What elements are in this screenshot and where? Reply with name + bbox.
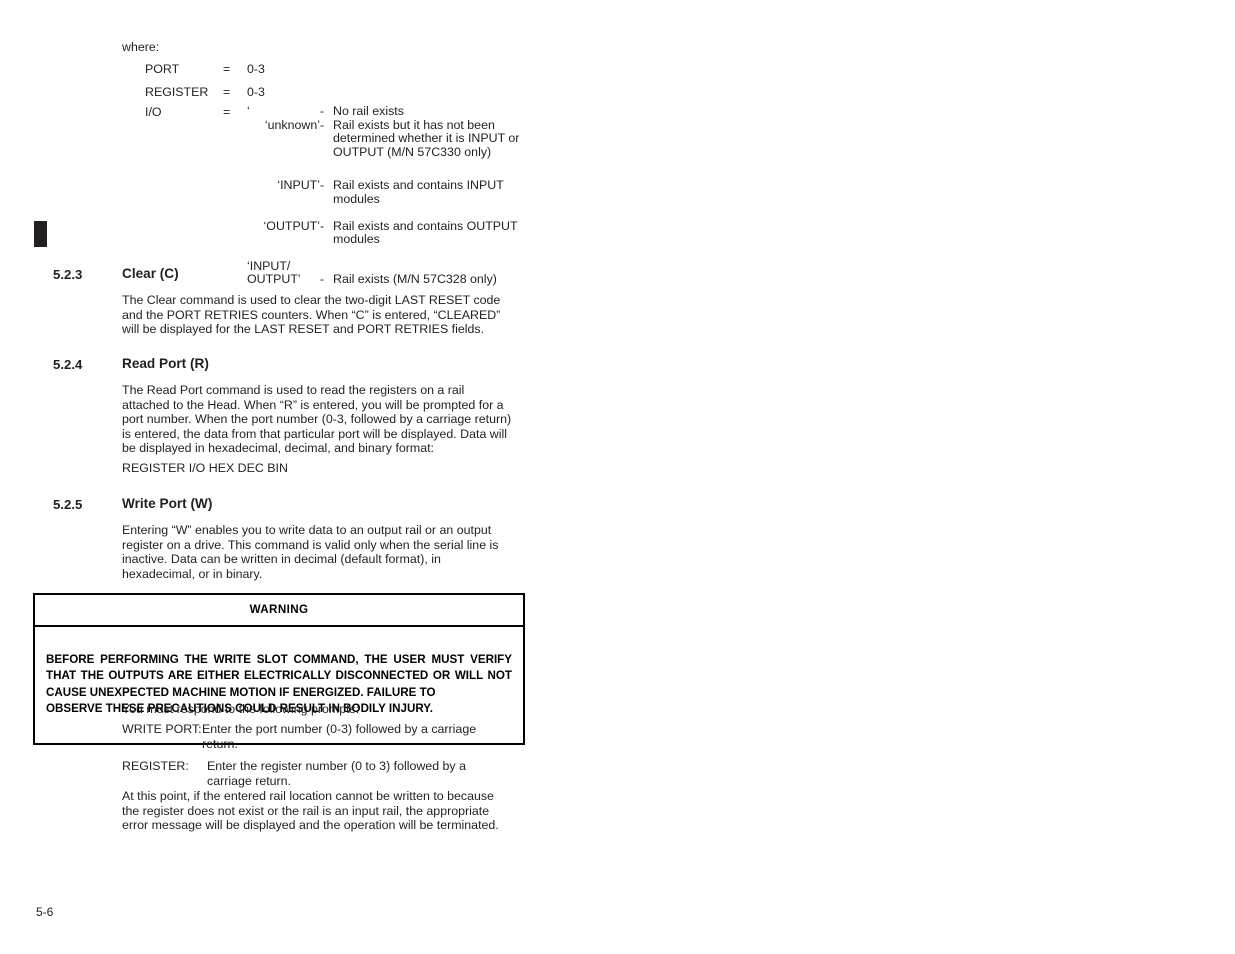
page-number: 5-6 [36,905,54,919]
prompt-description: Enter the register number (0 to 3) follo… [207,759,466,788]
definition-term: PORT [145,62,180,76]
io-description: Rail exists and contains INPUT modules [333,178,504,206]
section-title-clear: Clear (C) [122,266,179,281]
io-dash: - [320,178,325,193]
prompts-closing-paragraph: At this point, if the entered rail locat… [122,789,499,832]
change-bar-marker [34,221,47,247]
io-description: No rail exists [333,104,404,118]
definition-row-register: REGISTER = 0-3 [145,85,545,99]
prompt-label: WRITE PORT: [122,722,202,736]
section-paragraph-read-port: The Read Port command is used to read th… [122,383,512,455]
section-number-524: 5.2.4 [53,357,83,372]
definition-row-port: PORT = 0-3 [145,62,545,76]
prompts-list: WRITE PORT: Enter the port number (0-3) … [122,722,514,796]
section-title-write-port: Write Port (W) [122,496,213,511]
section-paragraph-clear: The Clear command is used to clear the t… [122,293,501,336]
definition-value: 0-3 [247,62,265,76]
where-label: where: [122,40,160,54]
io-term: I/O [145,105,162,119]
io-dash: - [320,117,325,132]
io-equals: = [223,105,231,119]
io-description: Rail exists but it has not been determin… [333,117,520,159]
io-description: Rail exists (M/N 57C328 only) [333,272,497,287]
io-row: ‘unknown’ - Rail exists but it has not b… [247,117,565,160]
prompts-intro: You must respond to the following prompt… [122,702,360,716]
io-value: ‘OUTPUT’ [263,218,320,233]
document-page: where: PORT = 0-3 REGISTER = 0-3 I/O = ‘… [0,0,1235,954]
section-paragraph-write-port: Entering “W” enables you to write data t… [122,523,499,581]
definition-equals: = [223,62,231,76]
definition-value: 0-3 [247,85,265,100]
io-definition-block: I/O = ‘ - No rail exists ‘unknown’ - Rai… [145,104,565,287]
prompt-row-write-port: WRITE PORT: Enter the port number (0-3) … [122,722,514,751]
warning-title: WARNING [35,595,523,627]
io-row: ‘INPUT/ OUTPUT’ - Rail exists (M/N 57C32… [247,258,565,287]
definition-term: REGISTER [145,85,209,100]
prompt-label: REGISTER: [122,759,189,773]
warning-body-text: BEFORE PERFORMING THE WRITE SLOT COMMAND… [46,653,512,699]
io-dash: - [320,272,325,287]
io-description: Rail exists and contains OUTPUT modules [333,218,518,247]
io-value: ‘INPUT’ [277,178,320,193]
io-value: ‘unknown’ [264,117,320,132]
prompt-description: Enter the port number (0-3) followed by … [202,722,477,751]
section-number-523: 5.2.3 [53,267,83,282]
io-row: ‘ - No rail exists [247,104,565,119]
io-dash: - [320,104,325,118]
definition-equals: = [223,85,231,100]
section-number-525: 5.2.5 [53,497,83,512]
read-port-format-line: REGISTER I/O HEX DEC BIN [122,461,288,475]
definition-list: PORT = 0-3 REGISTER = 0-3 [145,62,545,109]
io-value: ‘INPUT/ OUTPUT’ [247,258,301,287]
io-value: ‘ [247,104,250,118]
io-row: ‘INPUT’ - Rail exists and contains INPUT… [247,179,565,206]
prompt-row-register: REGISTER: Enter the register number (0 t… [122,759,514,788]
io-dash: - [320,218,325,233]
section-title-read-port: Read Port (R) [122,356,209,371]
io-row: ‘OUTPUT’ - Rail exists and contains OUTP… [247,218,565,247]
